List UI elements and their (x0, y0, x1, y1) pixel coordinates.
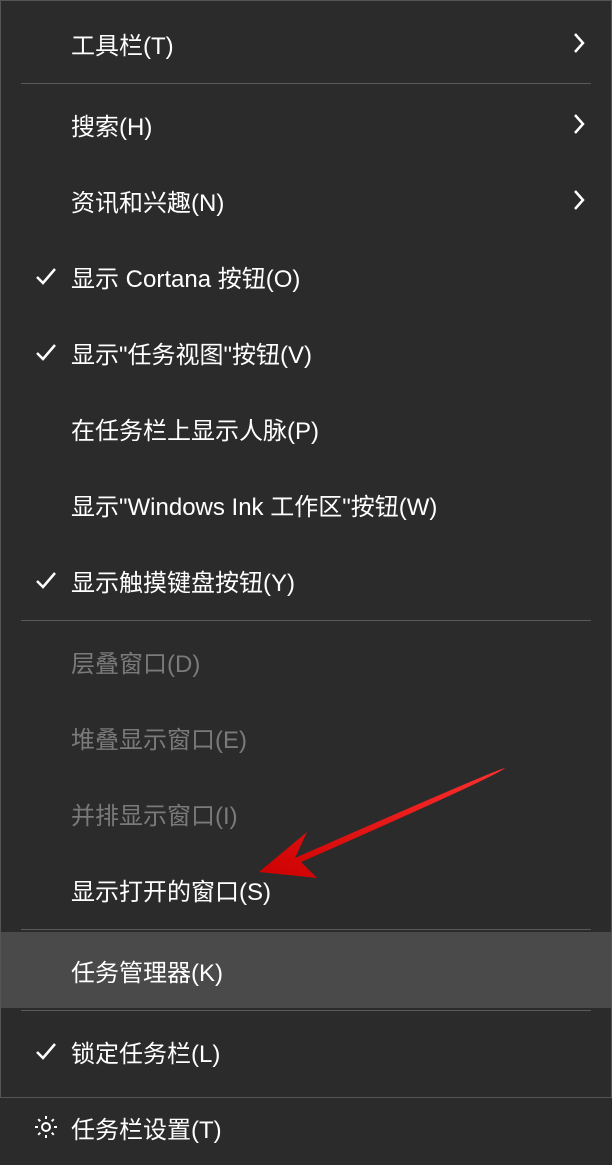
menu-item-label: 搜索(H) (71, 107, 557, 142)
menu-item-taskmgr[interactable]: 任务管理器(K) (1, 932, 611, 1008)
menu-item-label: 显示 Cortana 按钮(O) (71, 259, 587, 294)
menu-separator (21, 1010, 591, 1011)
menu-item-ink[interactable]: 显示"Windows Ink 工作区"按钮(W) (1, 466, 611, 542)
menu-item-showopen[interactable]: 显示打开的窗口(S) (1, 851, 611, 927)
menu-item-cascade: 层叠窗口(D) (1, 623, 611, 699)
menu-item-touchkb[interactable]: 显示触摸键盘按钮(Y) (1, 542, 611, 618)
menu-item-label: 显示"任务视图"按钮(V) (71, 335, 587, 370)
menu-item-label: 层叠窗口(D) (71, 644, 587, 679)
menu-item-label: 显示"Windows Ink 工作区"按钮(W) (71, 487, 587, 522)
menu-item-label: 显示触摸键盘按钮(Y) (71, 563, 587, 598)
menu-item-label: 并排显示窗口(I) (71, 796, 587, 831)
menu-separator (21, 83, 591, 84)
menu-item-label: 堆叠显示窗口(E) (71, 720, 587, 755)
chevron-right-icon (557, 30, 587, 56)
menu-item-search[interactable]: 搜索(H) (1, 86, 611, 162)
chevron-right-icon (557, 187, 587, 213)
menu-separator (21, 929, 591, 930)
check-icon (21, 263, 71, 289)
menu-item-label: 工具栏(T) (71, 26, 557, 61)
check-icon (21, 339, 71, 365)
chevron-right-icon (557, 111, 587, 137)
gear-icon (21, 1113, 71, 1141)
menu-item-label: 任务栏设置(T) (71, 1110, 587, 1145)
menu-item-toolbars[interactable]: 工具栏(T) (1, 5, 611, 81)
menu-item-label: 任务管理器(K) (71, 953, 587, 988)
context-menu: 工具栏(T) 搜索(H) 资讯和兴趣(N) 显示 Cortana 按钮(O) 显… (0, 0, 612, 1098)
menu-item-taskview[interactable]: 显示"任务视图"按钮(V) (1, 314, 611, 390)
menu-item-label: 资讯和兴趣(N) (71, 183, 557, 218)
menu-item-label: 锁定任务栏(L) (71, 1034, 587, 1069)
menu-item-sidebyside: 并排显示窗口(I) (1, 775, 611, 851)
menu-item-label: 显示打开的窗口(S) (71, 872, 587, 907)
menu-separator (21, 620, 591, 621)
menu-item-stacked: 堆叠显示窗口(E) (1, 699, 611, 775)
menu-item-lock[interactable]: 锁定任务栏(L) (1, 1013, 611, 1089)
menu-item-label: 在任务栏上显示人脉(P) (71, 411, 587, 446)
menu-item-settings[interactable]: 任务栏设置(T) (1, 1089, 611, 1165)
check-icon (21, 567, 71, 593)
check-icon (21, 1038, 71, 1064)
menu-item-cortana[interactable]: 显示 Cortana 按钮(O) (1, 238, 611, 314)
menu-item-news[interactable]: 资讯和兴趣(N) (1, 162, 611, 238)
menu-item-people[interactable]: 在任务栏上显示人脉(P) (1, 390, 611, 466)
